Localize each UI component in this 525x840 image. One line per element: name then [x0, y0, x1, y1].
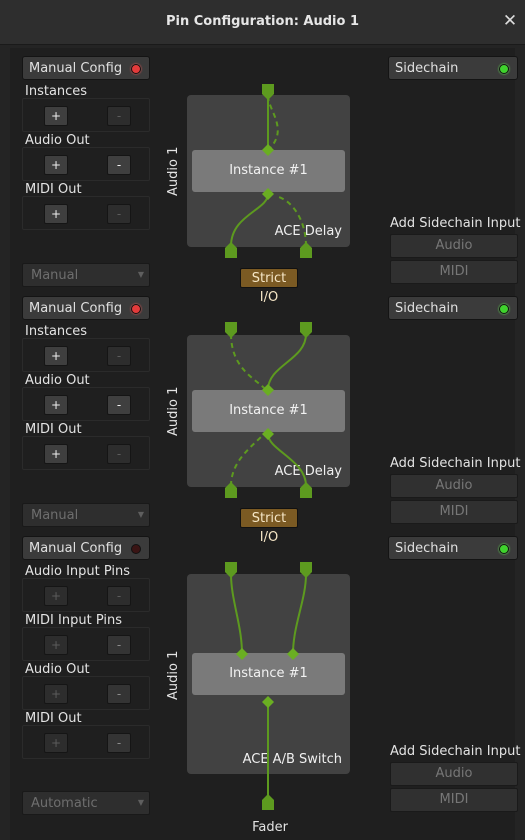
pin-diamond-icon[interactable]	[236, 648, 248, 660]
section-3: Manual Config Audio Input Pins + - MIDI …	[0, 0, 525, 840]
sidechain-button[interactable]: Sidechain	[388, 536, 518, 560]
sidechain-label: Sidechain	[395, 541, 459, 556]
fader-label: Fader	[252, 820, 288, 835]
pin-diamond-icon[interactable]	[287, 648, 299, 660]
input-pin-icon[interactable]	[262, 794, 274, 810]
pin-diamond-icon[interactable]	[262, 696, 274, 708]
sidechain-led-icon	[499, 544, 509, 554]
routing-wires	[225, 562, 312, 810]
output-pin-icon[interactable]	[225, 562, 237, 578]
pin-configuration-window: Pin Configuration: Audio 1 ✕ Manual Conf…	[0, 0, 525, 840]
output-pin-icon[interactable]	[300, 562, 312, 578]
add-sidechain-audio-button[interactable]: Audio	[390, 762, 518, 786]
add-sidechain-label: Add Sidechain Input	[390, 744, 521, 759]
add-sidechain-midi-button[interactable]: MIDI	[390, 788, 518, 812]
